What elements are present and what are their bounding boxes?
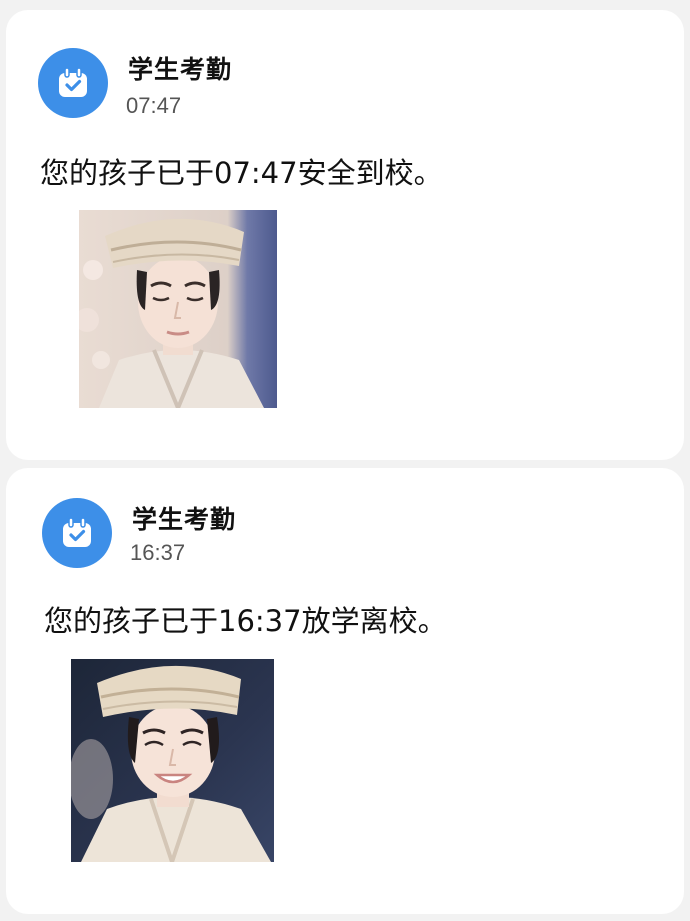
notification-time: 07:47: [126, 93, 182, 118]
notification-card[interactable]: 学生考勤 07:47 您的孩子已于07:47安全到校。: [6, 10, 684, 460]
notification-message: 您的孩子已于07:47安全到校。: [40, 156, 443, 190]
notification-message: 您的孩子已于16:37放学离校。: [44, 604, 447, 638]
app-name: 学生考勤: [132, 505, 237, 534]
notification-card[interactable]: 学生考勤 16:37 您的孩子已于16:37放学离校。: [6, 468, 684, 914]
notification-time: 16:37: [130, 540, 186, 565]
student-arrival-photo[interactable]: [79, 210, 277, 408]
calendar-check-icon: [38, 48, 108, 118]
app-name: 学生考勤: [128, 55, 233, 84]
student-departure-photo[interactable]: [71, 659, 274, 862]
calendar-check-icon: [42, 498, 112, 568]
